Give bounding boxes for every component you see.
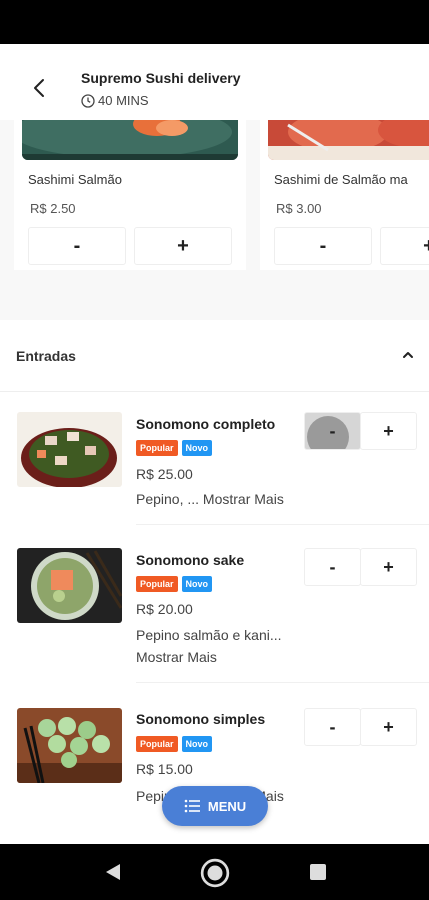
new-badge: Novo [181, 440, 213, 456]
chevron-up-icon[interactable] [401, 348, 415, 362]
item-badges: Popular Novo [136, 440, 213, 456]
product-price: R$ 3.00 [276, 201, 322, 216]
item-image [17, 708, 122, 783]
divider [136, 524, 429, 525]
product-image [268, 120, 429, 160]
product-name: Sashimi Salmão [28, 172, 122, 187]
item-price: R$ 15.00 [136, 761, 193, 777]
featured-card[interactable]: Sashimi Salmão R$ 2.50 - + [14, 120, 246, 270]
increase-button[interactable]: + [360, 708, 417, 746]
category-header[interactable]: Entradas [0, 320, 429, 392]
category-title: Entradas [16, 348, 76, 364]
divider [136, 682, 429, 683]
status-bar [0, 0, 429, 44]
back-button[interactable] [26, 74, 54, 102]
featured-carousel[interactable]: Sashimi Salmão R$ 2.50 - + Sashimi de Sa… [0, 120, 429, 320]
menu-button[interactable]: MENU [162, 786, 268, 826]
item-description[interactable]: Pepino salmão e kani... Mostrar Mais [136, 624, 301, 668]
decrease-button[interactable]: - [304, 708, 361, 746]
featured-card[interactable]: Sashimi de Salmão ma R$ 3.00 - + [260, 120, 429, 270]
nav-back-icon[interactable] [100, 858, 128, 886]
decrease-button[interactable]: - [274, 227, 372, 265]
list-icon [184, 799, 200, 813]
item-name: Sonomono sake [136, 552, 245, 568]
item-image [17, 412, 122, 487]
nav-recents-icon[interactable] [304, 858, 332, 886]
nav-home-icon[interactable] [200, 858, 230, 888]
increase-button[interactable]: + [360, 412, 417, 450]
touch-ripple [307, 416, 349, 449]
product-name: Sashimi de Salmão ma [274, 172, 408, 187]
new-badge: Novo [181, 576, 213, 592]
item-badges: Popular Novo [136, 576, 213, 592]
popular-badge: Popular [136, 440, 178, 456]
decrease-button[interactable]: - [28, 227, 126, 265]
restaurant-title: Supremo Sushi delivery [81, 70, 241, 86]
list-item[interactable]: Sonomono sake Popular Novo R$ 20.00 Pepi… [0, 526, 429, 684]
product-price: R$ 2.50 [30, 201, 76, 216]
decrease-button[interactable]: - [304, 412, 361, 450]
product-image [22, 120, 238, 160]
increase-button[interactable]: + [134, 227, 232, 265]
popular-badge: Popular [136, 736, 178, 752]
decrease-label: - [329, 420, 336, 441]
decrease-button[interactable]: - [304, 548, 361, 586]
item-price: R$ 25.00 [136, 466, 193, 482]
increase-button[interactable]: + [360, 548, 417, 586]
increase-button[interactable]: + [380, 227, 429, 265]
new-badge: Novo [181, 736, 213, 752]
item-description[interactable]: Pepino, ... Mostrar Mais [136, 488, 311, 510]
delivery-eta: 40 MINS [81, 93, 149, 108]
item-price: R$ 20.00 [136, 601, 193, 617]
system-nav-bar [0, 844, 429, 900]
item-badges: Popular Novo [136, 736, 213, 752]
arrow-left-icon [34, 79, 44, 97]
eta-text: 40 MINS [98, 93, 149, 108]
popular-badge: Popular [136, 576, 178, 592]
app-header: Supremo Sushi delivery 40 MINS [0, 44, 429, 120]
list-item[interactable]: Sonomono completo Popular Novo R$ 25.00 … [0, 392, 429, 526]
menu-label: MENU [207, 798, 247, 814]
clock-icon [81, 93, 95, 108]
item-name: Sonomono completo [136, 416, 276, 432]
item-image [17, 548, 122, 623]
item-name: Sonomono simples [136, 711, 266, 727]
